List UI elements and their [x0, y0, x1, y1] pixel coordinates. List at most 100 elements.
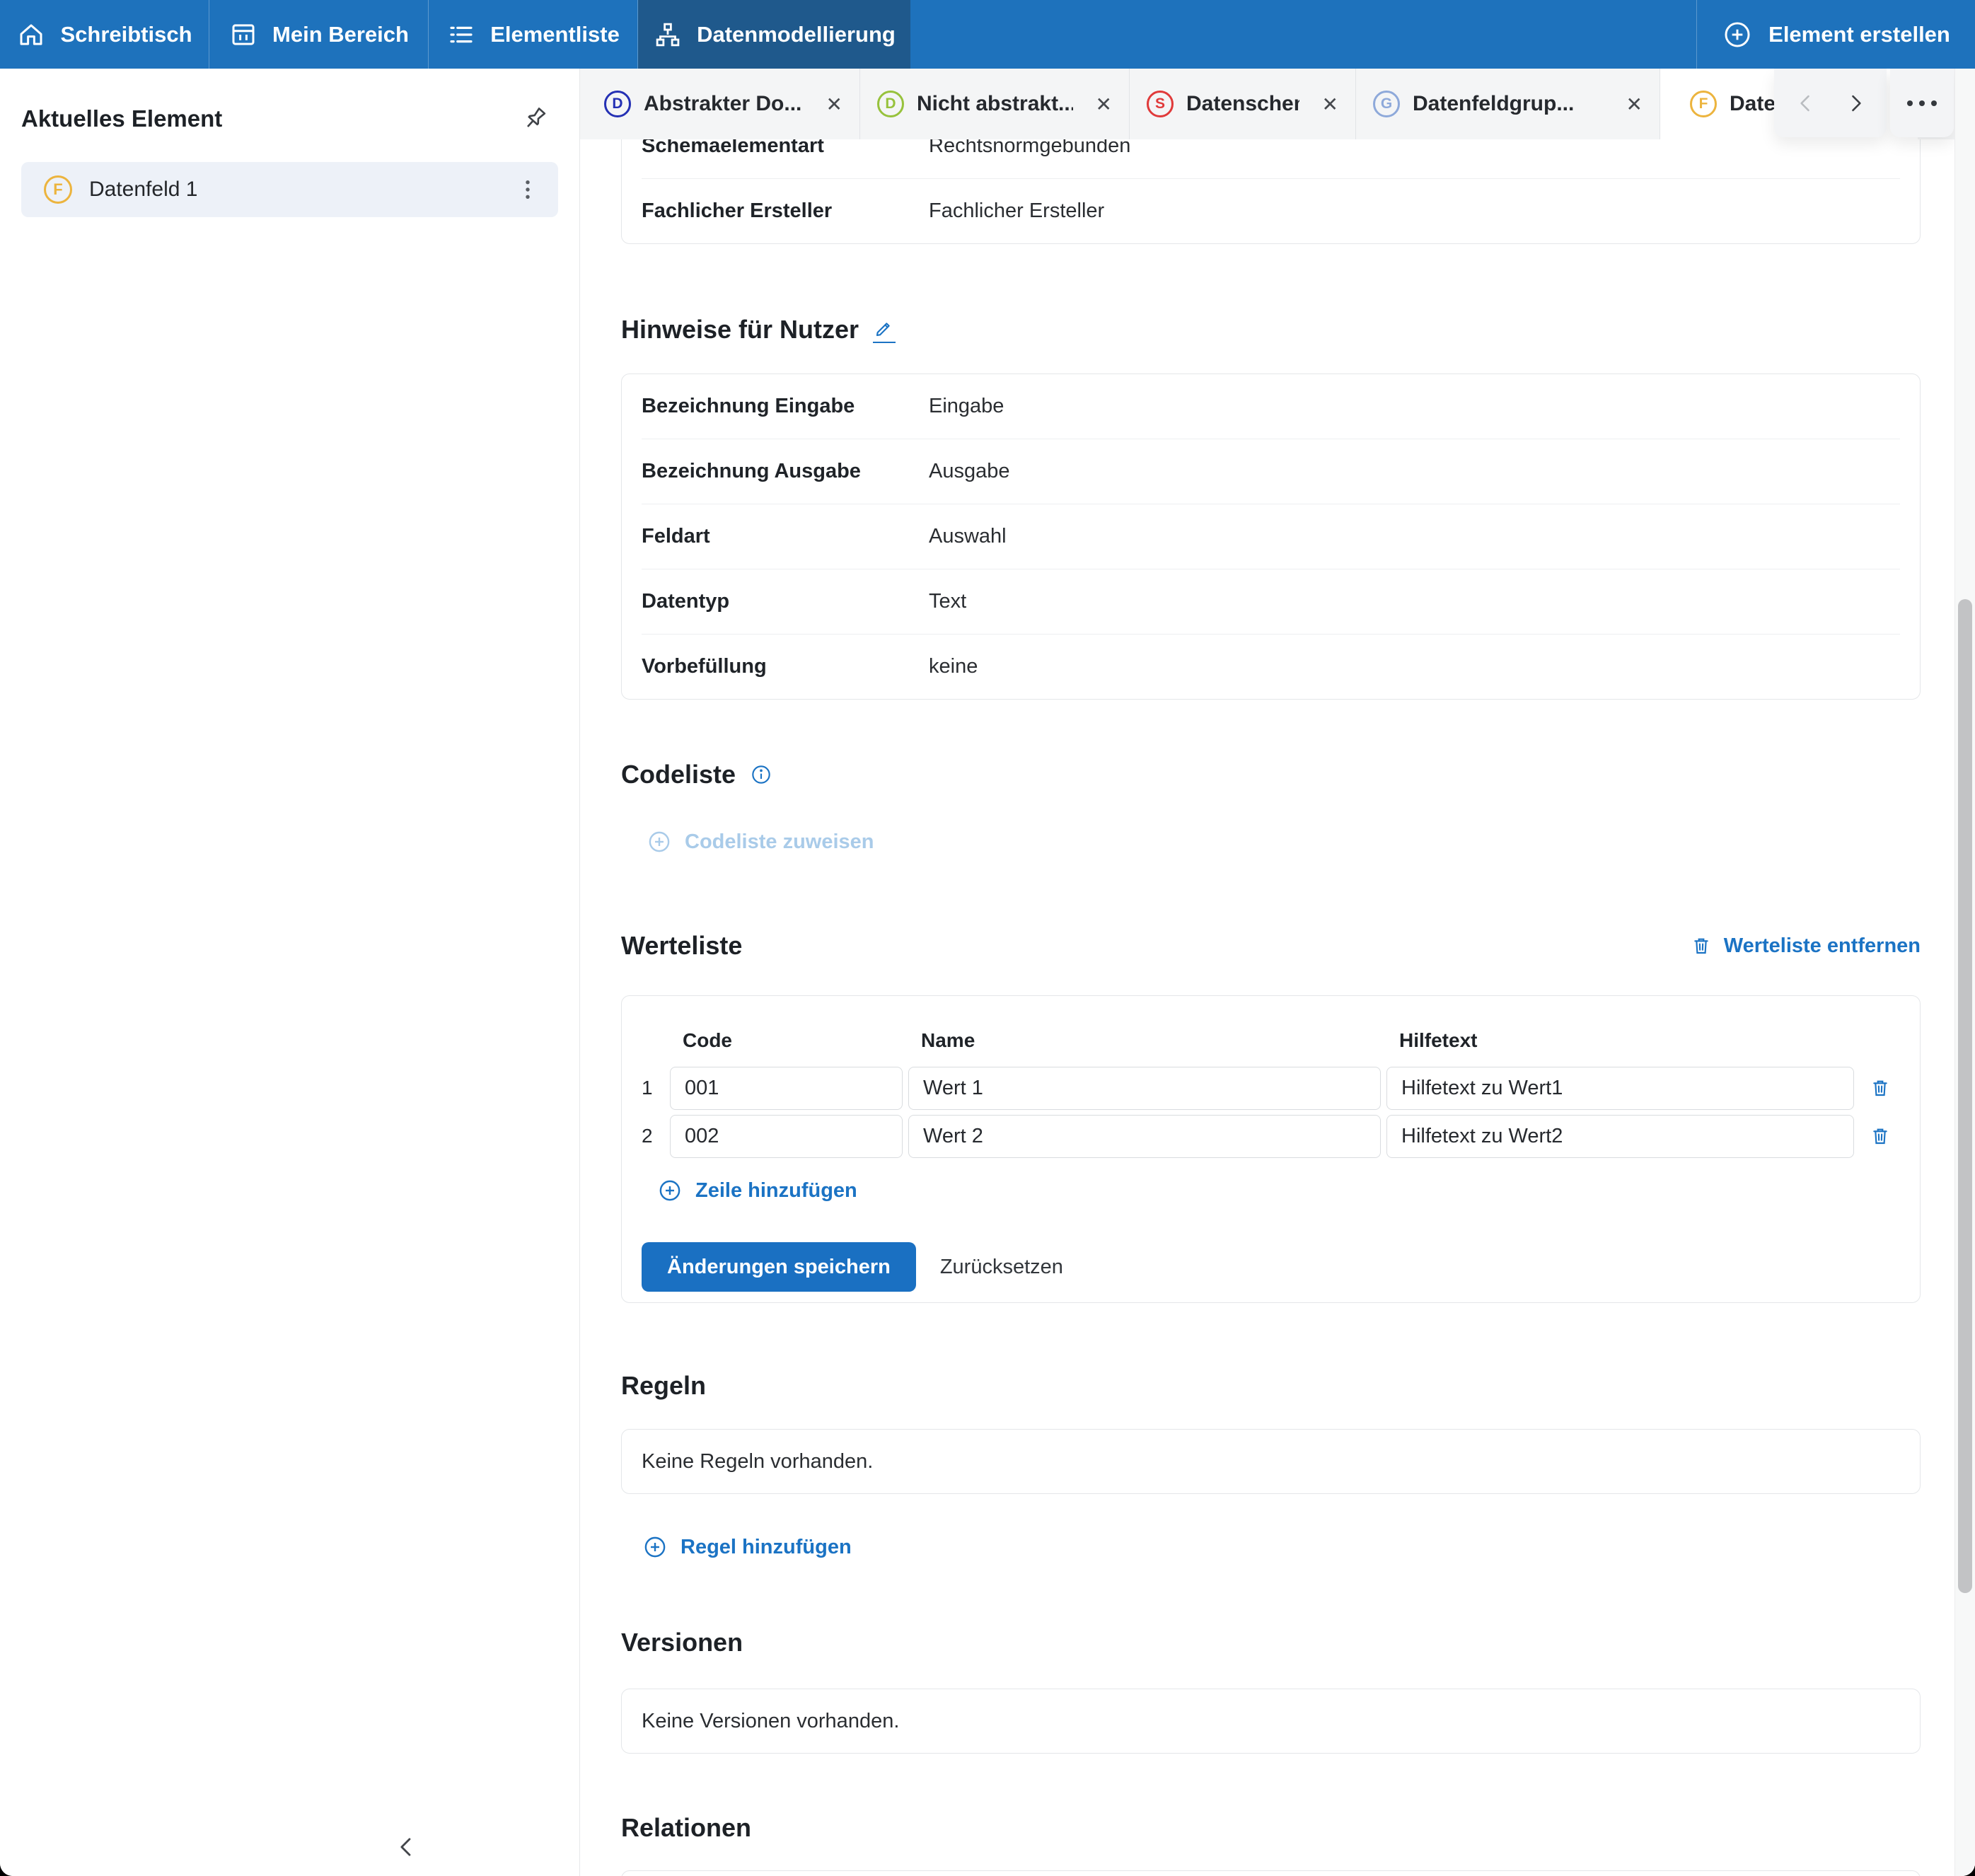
detail-row: Bezeichnung Ausgabe Ausgabe [642, 439, 1900, 504]
regeln-empty-card: Keine Regeln vorhanden. [621, 1429, 1921, 1494]
detail-value: Ausgabe [929, 460, 1900, 483]
detail-row: Vorbefüllung keine [642, 634, 1900, 699]
column-header-hilfetext: Hilfetext [1386, 1029, 1860, 1052]
sidebar-item-datenfeld[interactable]: F Datenfeld 1 [21, 162, 558, 217]
heading-text: Codeliste [621, 759, 736, 790]
detail-label: Fachlicher Ersteller [642, 199, 929, 223]
tabs-scroll-left-icon[interactable] [1794, 91, 1818, 115]
nav-label: Schreibtisch [60, 22, 192, 47]
heading-text: Werteliste [621, 930, 742, 961]
relationen-card [621, 1870, 1921, 1876]
hilfetext-input[interactable] [1386, 1067, 1854, 1110]
add-regel-container: Regel hinzufügen [642, 1532, 1921, 1563]
delete-row-icon[interactable] [1869, 1077, 1892, 1099]
info-icon[interactable] [750, 763, 772, 786]
name-input[interactable] [908, 1115, 1381, 1158]
detail-label: Datentyp [642, 590, 929, 613]
edit-hinweise-button[interactable] [873, 317, 896, 343]
plus-circle-icon [1722, 19, 1753, 50]
tab-label: Abstrakter Do... [644, 92, 801, 116]
list-icon [446, 20, 476, 50]
codeliste-assign-row: Codeliste zuweisen [647, 826, 1921, 857]
scrollbar-thumb[interactable] [1958, 599, 1972, 1593]
versionen-empty-text: Keine Versionen vorhanden. [642, 1710, 899, 1733]
tab-label: Datenschema ... [1186, 92, 1299, 116]
nav-item-schreibtisch[interactable]: Schreibtisch [0, 0, 209, 69]
reset-button[interactable]: Zurücksetzen [936, 1255, 1067, 1280]
nav-label: Elementliste [490, 22, 620, 47]
nav-label: Datenmodellierung [697, 22, 896, 47]
werteliste-row: 2 [642, 1112, 1900, 1160]
delete-row-icon[interactable] [1869, 1125, 1892, 1147]
werteliste-card: Code Name Hilfetext 1 2 [621, 995, 1921, 1303]
detail-label: Bezeichnung Eingabe [642, 395, 929, 418]
save-changes-button[interactable]: Änderungen speichern [642, 1242, 916, 1292]
tab-more-menu[interactable] [1890, 69, 1954, 137]
remove-werteliste-button[interactable]: Werteliste entfernen [1690, 934, 1921, 958]
sidebar-item-label: Datenfeld 1 [89, 178, 197, 202]
tab-datenschema[interactable]: S Datenschema ... ✕ [1130, 69, 1356, 139]
top-navigation-bar: Schreibtisch Mein Bereich Elementliste D… [0, 0, 1975, 69]
create-element-button[interactable]: Element erstellen [1696, 0, 1975, 69]
plus-circle-icon [642, 1534, 668, 1560]
schema-type-icon: S [1147, 91, 1174, 117]
tab-label: Date [1730, 92, 1776, 116]
sidebar-title: Aktuelles Element [21, 105, 222, 132]
tabs-scroll-right-icon[interactable] [1843, 91, 1867, 115]
kebab-menu-icon[interactable] [514, 174, 541, 205]
datenfeld-type-icon: F [1690, 91, 1717, 117]
close-icon[interactable]: ✕ [1616, 93, 1643, 116]
hinweise-card: Bezeichnung Eingabe Eingabe Bezeichnung … [621, 374, 1921, 700]
nav-item-mein-bereich[interactable]: Mein Bereich [209, 0, 429, 69]
detail-content: Schemaelementart Rechtsnormgebunden Fach… [580, 139, 1975, 1876]
pin-icon[interactable] [520, 104, 550, 134]
heading-text: Relationen [621, 1812, 751, 1843]
close-icon[interactable]: ✕ [1312, 93, 1338, 116]
versionen-empty-card: Keine Versionen vorhanden. [621, 1689, 1921, 1754]
werteliste-actions: Änderungen speichern Zurücksetzen [642, 1242, 1900, 1292]
tab-abstrakter-dokument[interactable]: D Abstrakter Do... ✕ [587, 69, 860, 139]
column-header-code: Code [670, 1029, 908, 1052]
name-input[interactable] [908, 1067, 1381, 1110]
trash-icon [1690, 934, 1713, 957]
home-icon [16, 20, 46, 50]
code-input[interactable] [670, 1115, 903, 1158]
detail-label: Feldart [642, 525, 929, 548]
row-number: 1 [642, 1077, 670, 1099]
tab-nicht-abstrakter-dokument[interactable]: D Nicht abstrakt... ✕ [860, 69, 1130, 139]
tab-label: Nicht abstrakt... [917, 92, 1073, 116]
regeln-empty-text: Keine Regeln vorhanden. [642, 1450, 873, 1473]
gruppe-type-icon: G [1373, 91, 1400, 117]
vertical-scrollbar[interactable] [1954, 69, 1975, 1876]
sidebar-collapse-icon[interactable] [393, 1834, 420, 1860]
sitemap-icon [653, 20, 683, 50]
remove-werteliste-label: Werteliste entfernen [1724, 934, 1921, 958]
code-input[interactable] [670, 1067, 903, 1110]
hilfetext-input[interactable] [1386, 1115, 1854, 1158]
add-row-button[interactable]: Zeile hinzufügen [657, 1178, 857, 1203]
pencil-icon [873, 317, 896, 340]
close-icon[interactable]: ✕ [816, 93, 842, 116]
nav-item-elementliste[interactable]: Elementliste [429, 0, 638, 69]
heading-text: Regeln [621, 1370, 706, 1401]
detail-label: Bezeichnung Ausgabe [642, 460, 929, 483]
close-icon[interactable]: ✕ [1086, 93, 1112, 116]
detail-row: Fachlicher Ersteller Fachlicher Erstelle… [642, 178, 1900, 243]
werteliste-header-row: Werteliste Werteliste entfernen [621, 930, 1921, 961]
create-element-label: Element erstellen [1768, 22, 1950, 47]
assign-codeliste-button[interactable]: Codeliste zuweisen [647, 829, 874, 855]
row-number: 2 [642, 1125, 670, 1147]
dokument-type-icon: D [604, 91, 631, 117]
workspace-icon [228, 20, 258, 50]
add-regel-label: Regel hinzufügen [680, 1536, 852, 1559]
tab-datenfeldgruppe[interactable]: G Datenfeldgrup... ✕ [1356, 69, 1660, 139]
regeln-section-heading: Regeln [621, 1370, 1921, 1401]
nav-item-datenmodellierung[interactable]: Datenmodellierung [638, 0, 910, 69]
add-regel-button[interactable]: Regel hinzufügen [642, 1534, 852, 1560]
werteliste-section-heading: Werteliste [621, 930, 742, 961]
detail-row: Feldart Auswahl [642, 504, 1900, 569]
relationen-section-heading: Relationen [621, 1812, 1921, 1843]
detail-value: Text [929, 590, 1900, 613]
detail-value: Eingabe [929, 395, 1900, 418]
plus-circle-icon [647, 829, 672, 855]
